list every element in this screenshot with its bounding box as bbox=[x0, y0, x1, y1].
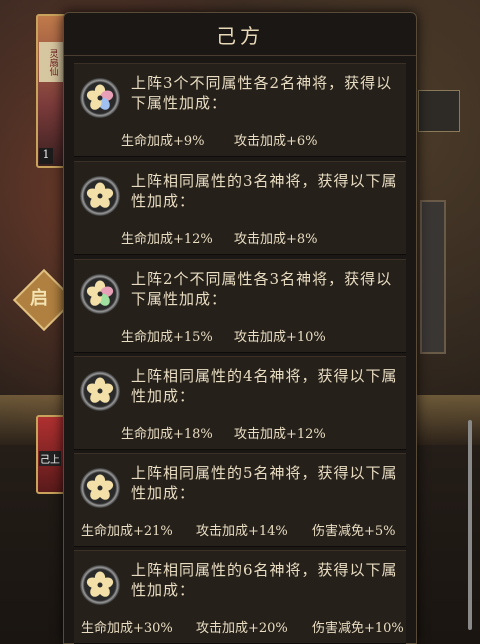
bonus-panel: 上阵2个不同属性各3名神将，获得以下属性加成： 生命加成+15% 攻击加成+10% bbox=[74, 259, 406, 353]
bonus-value: 攻击加成+12% bbox=[234, 427, 326, 442]
flower-icon bbox=[80, 565, 120, 605]
flower-icon bbox=[80, 371, 120, 411]
flower-center bbox=[97, 193, 103, 199]
bonus-condition-text: 上阵2个不同属性各3名神将，获得以下属性加成： bbox=[131, 270, 393, 308]
side-button-label: 启 bbox=[30, 288, 48, 309]
bonus-condition-text: 上阵相同属性的4名神将，获得以下属性加成： bbox=[131, 367, 398, 405]
bonus-panel: 上阵相同属性的6名神将，获得以下属性加成： 生命加成+30% 攻击加成+20% 伤害减… bbox=[74, 550, 406, 644]
flower-icon bbox=[80, 176, 120, 216]
right-panel-frame bbox=[420, 200, 446, 354]
bonus-panel: 上阵3个不同属性各2名神将，获得以下属性加成： 生命加成+9% 攻击加成+6% bbox=[74, 63, 406, 157]
hero-card-label: 己上 bbox=[39, 451, 61, 466]
dialog-title: 己方 bbox=[216, 23, 264, 48]
flower-icon bbox=[80, 274, 120, 314]
bonus-condition-text: 上阵相同属性的6名神将，获得以下属性加成： bbox=[131, 561, 398, 599]
flower-icon bbox=[80, 468, 120, 508]
bonus-panel: 上阵相同属性的3名神将，获得以下属性加成： 生命加成+12% 攻击加成+8% bbox=[74, 161, 406, 255]
bonus-value: 生命加成+12% bbox=[121, 232, 213, 247]
bonus-value: 攻击加成+20% bbox=[196, 621, 288, 636]
bonus-condition-text: 上阵相同属性的3名神将，获得以下属性加成： bbox=[131, 172, 398, 210]
flower-center bbox=[97, 291, 103, 297]
bonus-value: 攻击加成+14% bbox=[196, 524, 288, 539]
bonus-condition-text: 上阵3个不同属性各2名神将，获得以下属性加成： bbox=[131, 74, 393, 112]
bonus-value: 生命加成+21% bbox=[81, 524, 173, 539]
bonus-panel: 上阵相同属性的5名神将，获得以下属性加成： 生命加成+21% 攻击加成+14% 伤害减… bbox=[74, 453, 406, 547]
bonus-panel: 上阵相同属性的4名神将，获得以下属性加成： 生命加成+18% 攻击加成+12% bbox=[74, 356, 406, 450]
hero-card-number: 1 bbox=[39, 148, 53, 164]
right-panel-top bbox=[418, 90, 460, 132]
dialog-header: 己方 bbox=[64, 13, 416, 56]
flower-center bbox=[97, 485, 103, 491]
flower-center bbox=[97, 388, 103, 394]
bonus-value: 生命加成+18% bbox=[121, 427, 213, 442]
bonus-value: 伤害减免+5% bbox=[312, 524, 396, 539]
bonus-value: 伤害减免+10% bbox=[312, 621, 404, 636]
flower-icon bbox=[80, 78, 120, 118]
bonus-value: 攻击加成+6% bbox=[234, 134, 318, 149]
flower-center bbox=[97, 582, 103, 588]
bonus-condition-text: 上阵相同属性的5名神将，获得以下属性加成： bbox=[131, 464, 398, 502]
bonus-value: 生命加成+30% bbox=[81, 621, 173, 636]
bonus-value: 生命加成+15% bbox=[121, 330, 213, 345]
flower-center bbox=[97, 95, 103, 101]
bonus-value: 生命加成+9% bbox=[121, 134, 205, 149]
bonus-value: 攻击加成+8% bbox=[234, 232, 318, 247]
scrollbar[interactable] bbox=[468, 420, 472, 630]
bonus-dialog: 己方 上阵3个不同属性各2名神将，获得以下属性加成： 生命加成+9% 攻击加成+6%… bbox=[63, 12, 417, 644]
bonus-value: 攻击加成+10% bbox=[234, 330, 326, 345]
